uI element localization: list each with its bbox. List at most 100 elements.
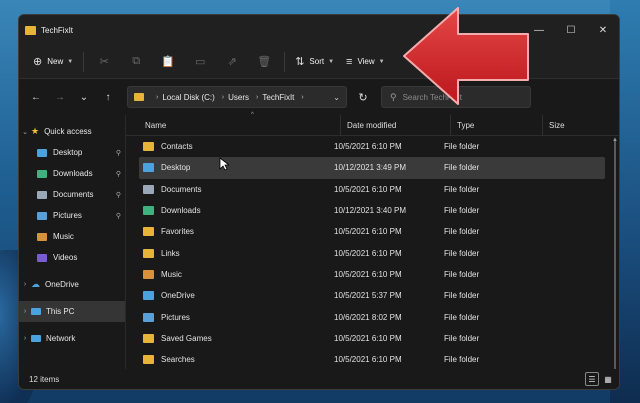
file-type: File folder [444, 312, 480, 322]
address-bar[interactable]: › Local Disk (C:) › Users › TechFixIt › … [127, 86, 347, 108]
sidebar-item-onedrive[interactable]: › ☁ OneDrive [19, 274, 125, 295]
folder-icon [134, 93, 144, 101]
back-arrow-icon[interactable]: ← [25, 86, 47, 108]
desktop-folder-icon [37, 148, 47, 157]
expand-chevron-icon[interactable]: ⌄ [19, 128, 31, 136]
breadcrumb-techfixit[interactable]: TechFixIt [262, 93, 294, 102]
sidebar-item-this-pc[interactable]: › This PC [19, 301, 125, 322]
file-row[interactable]: Downloads 10/12/2021 3:40 PM File folder [139, 200, 605, 221]
file-name-cell: Contacts [139, 142, 328, 152]
sidebar-item-label: Network [46, 334, 76, 343]
sidebar-item-network[interactable]: › Network [19, 328, 125, 349]
file-name-cell: Music [139, 269, 328, 279]
copy-icon[interactable]: ⧉ [120, 50, 152, 74]
file-row[interactable]: OneDrive 10/5/2021 5:37 PM File folder [139, 285, 605, 306]
navigation-pane: ⌄ ★ Quick access Desktop ⚲ Downloads ⚲ Docum… [19, 115, 125, 369]
documents-folder-icon [37, 190, 47, 199]
file-row[interactable]: Desktop 10/12/2021 3:49 PM File folder [139, 157, 605, 179]
new-button[interactable]: ⊕ New ▼ [27, 50, 79, 74]
file-row[interactable]: Favorites 10/5/2021 6:10 PM File folder [139, 221, 605, 242]
sidebar-item-label: Quick access [44, 127, 92, 136]
folder-icon [143, 312, 154, 322]
file-name: Desktop [161, 163, 191, 173]
maximize-button[interactable]: ☐ [555, 15, 587, 45]
file-name-cell: Saved Games [139, 333, 328, 343]
view-list-icon: ≡ [346, 55, 353, 68]
file-name: Documents [161, 184, 202, 194]
file-type: File folder [444, 227, 480, 237]
folder-icon [143, 248, 154, 258]
file-row[interactable]: Searches 10/5/2021 6:10 PM File folder [139, 349, 605, 370]
file-row[interactable]: Music 10/5/2021 6:10 PM File folder [139, 264, 605, 285]
sort-label: Sort [309, 57, 325, 66]
expand-chevron-icon[interactable]: › [19, 281, 31, 288]
folder-icon [25, 25, 36, 35]
file-row[interactable]: Saved Games 10/5/2021 6:10 PM File folder [139, 328, 605, 349]
folder-icon [143, 142, 154, 152]
column-headers: ^ Name Date modified Type Size [126, 112, 619, 136]
search-icon: ⚲ [390, 91, 397, 102]
scrollbar[interactable] [614, 140, 616, 380]
file-type: File folder [444, 355, 480, 365]
file-row[interactable]: Documents 10/5/2021 6:10 PM File folder [139, 179, 605, 200]
expand-chevron-icon[interactable]: › [19, 308, 31, 315]
paste-icon[interactable]: 📋 [152, 50, 184, 74]
cut-icon[interactable]: ✂ [88, 50, 120, 74]
sidebar-item-label: Desktop [53, 148, 83, 157]
sidebar-item-videos[interactable]: Videos [19, 247, 125, 268]
file-type: File folder [444, 333, 480, 343]
sort-button[interactable]: ⇅ Sort ▼ [289, 50, 340, 74]
chevron-right-icon: › [156, 93, 159, 101]
view-button[interactable]: ≡ View ▼ [340, 50, 391, 74]
details-view-icon[interactable]: ☰ [585, 372, 599, 386]
breadcrumb-local-disk[interactable]: Local Disk (C:) [162, 93, 214, 102]
file-name: Downloads [161, 206, 201, 216]
rename-icon[interactable]: ▭ [184, 50, 216, 74]
breadcrumb-users[interactable]: Users [228, 93, 249, 102]
sidebar-item-pictures[interactable]: Pictures ⚲ [19, 205, 125, 226]
network-icon [31, 335, 41, 342]
chevron-right-icon: › [301, 93, 304, 101]
main-area: ⌄ ★ Quick access Desktop ⚲ Downloads ⚲ Docum… [19, 112, 619, 386]
pin-icon[interactable]: ⚲ [116, 191, 121, 199]
column-header-type[interactable]: Type [451, 114, 543, 136]
music-folder-icon [37, 232, 47, 241]
file-row[interactable]: Pictures 10/6/2021 8:02 PM File folder [139, 306, 605, 327]
pin-icon[interactable]: ⚲ [116, 170, 121, 178]
forward-arrow-icon[interactable]: → [49, 86, 71, 108]
file-date: 10/5/2021 6:10 PM [334, 333, 402, 343]
pin-icon[interactable]: ⚲ [116, 149, 121, 157]
share-icon[interactable]: ⇗ [216, 50, 248, 74]
view-label: View [357, 57, 375, 66]
expand-chevron-icon[interactable]: › [19, 335, 31, 342]
sort-icon: ⇅ [295, 56, 305, 68]
sidebar-item-label: Downloads [53, 169, 93, 178]
column-size-label: Size [549, 120, 565, 130]
sidebar-item-documents[interactable]: Documents ⚲ [19, 184, 125, 205]
file-date: 10/6/2021 8:02 PM [334, 312, 402, 322]
address-dropdown-icon[interactable]: ⌄ [333, 93, 340, 102]
sidebar-item-downloads[interactable]: Downloads ⚲ [19, 163, 125, 184]
file-name: OneDrive [161, 291, 195, 301]
file-name-cell: Documents [139, 184, 328, 194]
tiles-view-icon[interactable]: ▦ [601, 372, 615, 386]
folder-icon [143, 184, 154, 194]
file-type: File folder [444, 269, 480, 279]
pin-icon[interactable]: ⚲ [116, 212, 121, 220]
file-row[interactable]: Links 10/5/2021 6:10 PM File folder [139, 242, 605, 263]
file-row[interactable]: Contacts 10/5/2021 6:10 PM File folder [139, 136, 605, 157]
recent-chevron-icon[interactable]: ⌄ [73, 86, 95, 108]
column-header-size[interactable]: Size [543, 115, 603, 136]
delete-icon[interactable]: 🗑 [248, 50, 280, 74]
sidebar-item-label: Music [53, 232, 74, 241]
refresh-icon[interactable]: ↻ [351, 86, 375, 108]
sidebar-item-label: Videos [53, 253, 78, 262]
scroll-up-arrow-icon[interactable]: ▲ [612, 137, 618, 143]
sidebar-item-music[interactable]: Music [19, 226, 125, 247]
sidebar-item-desktop[interactable]: Desktop ⚲ [19, 142, 125, 163]
up-arrow-icon[interactable]: ↑ [97, 86, 119, 108]
column-header-name[interactable]: ^ Name [139, 112, 341, 136]
sidebar-item-quick-access[interactable]: ⌄ ★ Quick access [19, 121, 125, 142]
close-button[interactable]: ✕ [587, 15, 619, 45]
column-header-date[interactable]: Date modified [341, 114, 451, 136]
